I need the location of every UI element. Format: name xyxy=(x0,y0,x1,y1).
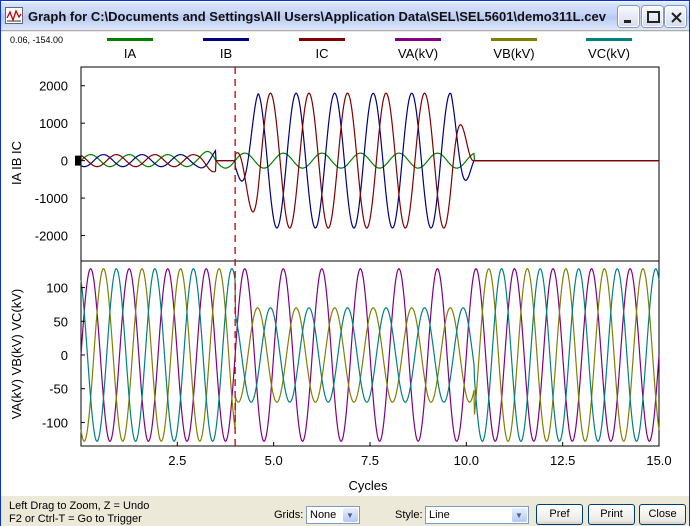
current-series-ia xyxy=(80,150,659,169)
current-y-tick-label: -2000 xyxy=(35,229,68,244)
grids-select[interactable]: None ▼ xyxy=(306,506,360,524)
chevron-down-icon[interactable]: ▼ xyxy=(512,508,527,522)
current-y-tick-label: 0 xyxy=(61,154,68,169)
print-button[interactable]: Print xyxy=(588,504,635,525)
voltage-y-tick-label: 50 xyxy=(54,314,68,329)
zoom-hint: Left Drag to Zoom, Z = Undo xyxy=(9,500,150,512)
voltage-y-tick-label: 100 xyxy=(46,281,68,296)
grids-value: None xyxy=(310,509,337,521)
maximize-icon xyxy=(647,11,660,23)
minimize-button[interactable] xyxy=(618,6,639,27)
current-y-tick-label: -1000 xyxy=(35,191,68,206)
style-value: Line xyxy=(429,509,450,521)
window-title: Graph for C:\Documents and Settings\All … xyxy=(28,9,606,24)
pref-button[interactable]: Pref xyxy=(536,504,583,525)
minimize-icon xyxy=(624,20,631,23)
graph-window-icon[interactable] xyxy=(5,7,23,24)
style-select[interactable]: Line ▼ xyxy=(425,506,529,524)
graph-window: Graph for C:\Documents and Settings\All … xyxy=(0,0,690,526)
voltage-axis-title: VA(kV) VB(kV) VC(kV) xyxy=(9,289,24,420)
waveform-chart[interactable]: 2000 1000 0 -1000 -2000 100 50 0 -50 -100 2.5 5.0 7.… xyxy=(1,32,689,496)
x-tick-label: 15.0 xyxy=(646,453,671,468)
current-y-tick-label: 1000 xyxy=(39,116,68,131)
close-window-button[interactable] xyxy=(665,6,686,27)
zero-marker-handle xyxy=(75,155,81,166)
voltage-y-tick-label: -100 xyxy=(42,415,68,430)
trigger-hint: F2 or Ctrl-T = Go to Trigger xyxy=(9,513,142,525)
chevron-down-icon[interactable]: ▼ xyxy=(343,508,358,522)
voltage-y-tick-label: 0 xyxy=(61,348,68,363)
maximize-button[interactable] xyxy=(642,6,663,27)
status-bar: Left Drag to Zoom, Z = Undo F2 or Ctrl-T… xyxy=(1,496,689,526)
x-axis-title: Cycles xyxy=(348,478,388,493)
x-tick-label: 2.5 xyxy=(168,453,186,468)
plot-frame xyxy=(80,66,660,447)
x-tick-label: 12.5 xyxy=(550,453,575,468)
grids-label: Grids: xyxy=(274,509,304,521)
x-tick-label: 7.5 xyxy=(361,453,379,468)
voltage-series-vakv xyxy=(80,267,660,443)
style-label: Style: xyxy=(395,509,423,521)
close-button[interactable]: Close xyxy=(639,504,686,525)
title-bar[interactable]: Graph for C:\Documents and Settings\All … xyxy=(1,1,689,31)
current-axis-title: IA IB IC xyxy=(9,141,24,185)
x-tick-label: 5.0 xyxy=(265,453,283,468)
current-y-tick-label: 2000 xyxy=(39,79,68,94)
plot-area[interactable]: 0.06, -154.00 IA IB IC VA(kV) VB(kV) VC(… xyxy=(1,32,689,496)
voltage-y-tick-label: -50 xyxy=(49,382,68,397)
x-tick-label: 10.0 xyxy=(454,453,479,468)
close-icon xyxy=(671,12,682,23)
